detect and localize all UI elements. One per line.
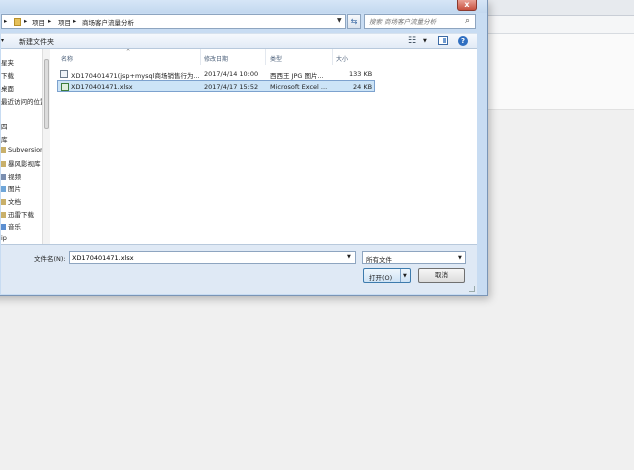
file-size: 133 KB (349, 70, 373, 78)
new-folder-button[interactable]: 新建文件夹 (19, 37, 54, 47)
dialog-title-bar[interactable] (0, 0, 487, 13)
address-back-chevron[interactable]: ▸ (4, 17, 7, 25)
navigation-scrollbar[interactable] (42, 49, 50, 244)
background-app-panel (488, 34, 634, 110)
nav-item-section[interactable]: 四 (1, 121, 8, 131)
organize-dropdown-arrow[interactable]: ▾ (1, 37, 4, 44)
open-button-label: 打开(O) (369, 274, 393, 282)
column-header-date[interactable]: 修改日期 (204, 54, 228, 63)
open-options-dropdown[interactable]: ▼ (403, 273, 407, 279)
nav-item-label: 下载 (1, 72, 14, 80)
nav-item-label: 视频 (8, 173, 21, 181)
help-icon[interactable]: ? (458, 36, 468, 46)
open-button[interactable]: 打开(O) ▼ (363, 268, 411, 283)
resize-grip[interactable] (469, 286, 475, 292)
nav-item-pictures[interactable]: 图片 (1, 183, 21, 193)
breadcrumb-item-projects-2[interactable]: 项目 (58, 17, 71, 27)
refresh-button[interactable]: ⇆ (347, 14, 361, 29)
download-library-icon (1, 212, 6, 218)
nav-item-label: 文档 (8, 198, 21, 206)
nav-item-label: 暴风影视库 (8, 160, 41, 168)
nav-item-libraries[interactable]: 库 (1, 134, 8, 144)
column-header-name[interactable]: 名称 (61, 54, 73, 63)
nav-item-downloads[interactable]: 下载 (1, 70, 14, 80)
breadcrumb-separator: ▸ (24, 17, 28, 25)
file-date: 2017/4/14 10:00 (204, 70, 259, 78)
breadcrumb-separator: ▸ (73, 17, 77, 25)
search-box[interactable]: ⌕ (364, 14, 476, 29)
filename-combo[interactable]: ▼ (69, 251, 356, 264)
search-input[interactable] (369, 17, 461, 27)
breadcrumb-item-projects-1[interactable]: 项目 (32, 17, 45, 27)
file-type: 西西王 JPG 图片... (270, 72, 324, 80)
view-options-icon[interactable]: ☷ (408, 36, 416, 46)
address-bar[interactable]: ▸ ▸ 项目 ▸ 项目 ▸ 商场客户流量分析 (1, 14, 346, 29)
nav-item-label: 音乐 (8, 223, 21, 231)
file-row-selected[interactable]: XD170401471.xlsx 2017/4/17 15:52 Microso… (57, 80, 375, 92)
background-app-toolbar (488, 0, 634, 16)
nav-item-label: ip (1, 234, 7, 242)
music-library-icon (1, 224, 6, 230)
column-divider[interactable] (332, 49, 333, 65)
file-type: Microsoft Excel ... (270, 83, 328, 91)
file-size: 24 KB (353, 83, 373, 91)
nav-item-label: 星夹 (1, 59, 14, 67)
nav-item-label: 迅雷下载 (8, 211, 34, 219)
file-list[interactable]: ^ 名称 修改日期 类型 大小 XD170401471(jsp+mysql商场销… (51, 49, 477, 244)
nav-item-label: 四 (1, 123, 8, 131)
column-header-type[interactable]: 类型 (270, 54, 282, 63)
nav-item-label: 桌面 (1, 85, 14, 93)
nav-item-favorites[interactable]: 星夹 (1, 57, 14, 67)
image-file-icon (60, 70, 68, 78)
file-type-value: 所有文件 (366, 256, 392, 264)
nav-item-label: 图片 (8, 185, 21, 193)
sort-ascending-icon: ^ (126, 49, 131, 55)
preview-pane-icon[interactable] (438, 36, 448, 45)
filename-input[interactable] (72, 253, 342, 263)
nav-item-videos[interactable]: 视频 (1, 171, 21, 181)
scrollbar-thumb[interactable] (44, 59, 49, 129)
cancel-button[interactable]: 取消 (418, 268, 465, 283)
close-button[interactable]: x (457, 0, 477, 11)
search-icon[interactable]: ⌕ (465, 16, 470, 26)
excel-file-icon (61, 83, 69, 91)
address-history-dropdown[interactable]: ▼ (337, 17, 342, 24)
column-header-size[interactable]: 大小 (336, 54, 348, 63)
file-type-select[interactable]: 所有文件 ▼ (362, 251, 466, 264)
nav-item-baofeng-library[interactable]: 暴风影视库 (1, 158, 41, 168)
open-file-dialog: x ▸ ▸ 项目 ▸ 项目 ▸ 商场客户流量分析 ▼ ⇆ ⌕ ▾ 新建文件夹 ☷… (0, 0, 488, 296)
nav-item-network[interactable]: ip (1, 234, 7, 242)
video-library-icon (1, 174, 6, 180)
view-options-dropdown[interactable]: ▼ (423, 38, 427, 44)
filename-label: 文件名(N): (34, 255, 66, 263)
file-row[interactable]: XD170401471(jsp+mysql商场销售行为... 2017/4/14… (57, 68, 375, 80)
column-divider[interactable] (200, 49, 201, 65)
open-button-divider (400, 269, 401, 282)
library-icon (1, 147, 6, 153)
nav-item-subversion[interactable]: Subversion (1, 146, 44, 154)
command-bar: ▾ 新建文件夹 ☷ ▼ ? (1, 33, 477, 49)
file-type-dropdown-arrow[interactable]: ▼ (458, 255, 462, 261)
nav-item-desktop[interactable]: 桌面 (1, 83, 14, 93)
folder-icon (14, 18, 21, 26)
picture-library-icon (1, 186, 6, 192)
column-divider[interactable] (265, 49, 266, 65)
nav-item-label: 最近访问的位置 (1, 98, 47, 106)
background-app-tabbar (488, 16, 634, 34)
nav-item-label: Subversion (8, 146, 45, 154)
nav-item-music[interactable]: 音乐 (1, 221, 21, 231)
nav-item-recent-places[interactable]: 最近访问的位置 (1, 96, 47, 106)
nav-item-xunlei-downloads[interactable]: 迅雷下载 (1, 209, 34, 219)
nav-item-documents[interactable]: 文档 (1, 196, 21, 206)
file-name: XD170401471(jsp+mysql商场销售行为... (71, 72, 200, 80)
file-date: 2017/4/17 15:52 (204, 83, 259, 91)
breadcrumb-item-current[interactable]: 商场客户流量分析 (82, 17, 134, 27)
document-library-icon (1, 199, 6, 205)
nav-item-label: 库 (1, 136, 8, 144)
library-icon (1, 161, 6, 167)
file-name: XD170401471.xlsx (71, 83, 133, 91)
filename-dropdown-arrow[interactable]: ▼ (347, 254, 351, 260)
dialog-footer: 文件名(N): ▼ 所有文件 ▼ 打开(O) ▼ 取消 (1, 244, 477, 294)
breadcrumb-separator: ▸ (48, 17, 52, 25)
